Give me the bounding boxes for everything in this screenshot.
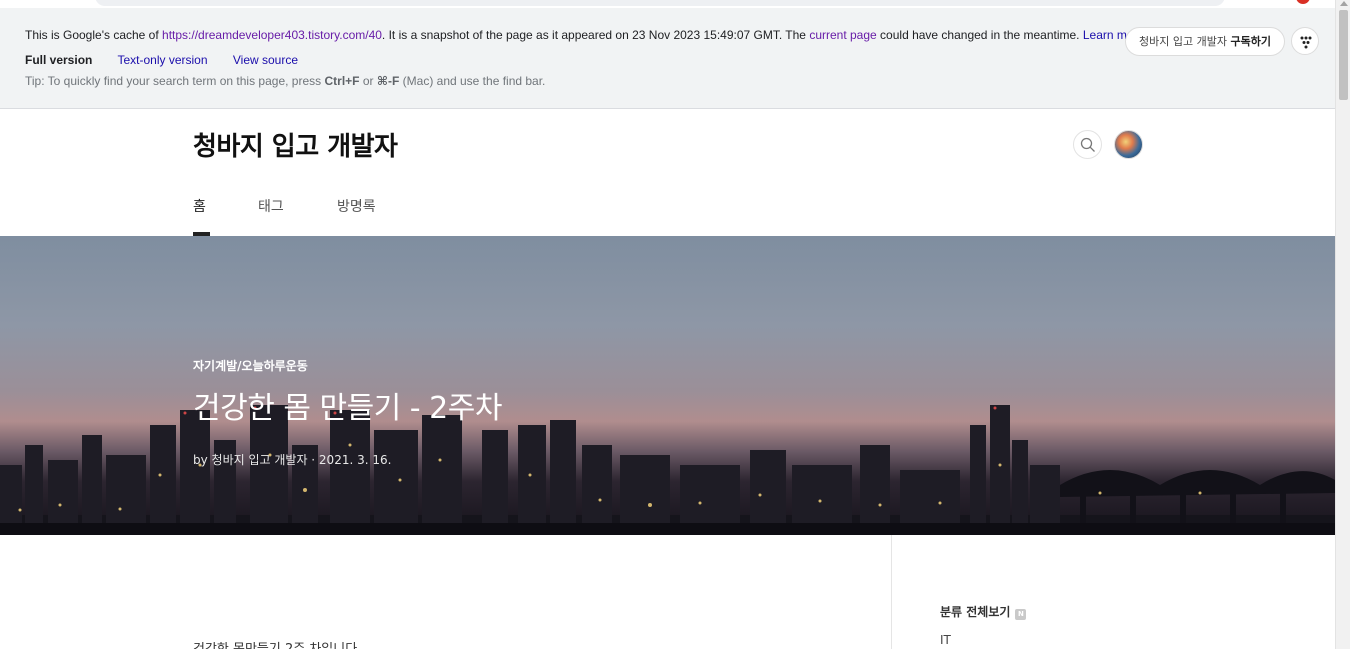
cache-tip: Tip: To quickly find your search term on…	[25, 74, 545, 88]
sidebar-divider	[891, 535, 892, 649]
avatar[interactable]	[1114, 130, 1143, 159]
cached-url-link[interactable]: https://dreamdeveloper403.tistory.com/40	[162, 28, 382, 42]
current-page-link[interactable]: current page	[809, 28, 876, 42]
post-meta: by 청바지 입고 개발자 · 2021. 3. 16.	[193, 453, 392, 467]
cache-suffix: could have changed in the meantime.	[876, 28, 1083, 42]
scroll-up-arrow-icon[interactable]	[1340, 1, 1348, 6]
cache-banner: This is Google's cache of https://dreamd…	[0, 8, 1335, 109]
nav-item-tags[interactable]: 태그	[258, 196, 284, 236]
nav-item-home[interactable]: 홈	[193, 196, 210, 236]
search-icon	[1080, 137, 1095, 152]
blog-title[interactable]: 청바지 입고 개발자	[193, 126, 398, 163]
subscribe-button[interactable]: 청바지 입고 개발자 구독하기	[1125, 27, 1285, 56]
nav-item-guestbook[interactable]: 방명록	[337, 196, 376, 236]
tip-key-cmd-f: ⌘-F	[376, 74, 400, 88]
tip-suffix: (Mac) and use the find bar.	[399, 74, 546, 88]
address-bar-edge[interactable]	[95, 0, 1225, 6]
text-only-version-link[interactable]: Text-only version	[117, 53, 207, 67]
dots-menu-icon	[1300, 36, 1312, 49]
scrollbar-thumb[interactable]	[1339, 10, 1348, 100]
tip-or: or	[359, 74, 377, 88]
post-category[interactable]: 자기계발/오늘하루운동	[193, 357, 308, 374]
post-body-first-line: 건강한 몸만들기 2주 차입니다	[193, 638, 357, 649]
tip-key-ctrl-f: Ctrl+F	[324, 74, 360, 88]
cache-prefix: This is Google's cache of	[25, 28, 163, 42]
search-button[interactable]	[1073, 130, 1102, 159]
scrollbar[interactable]	[1335, 0, 1350, 649]
subscribe-blog-name: 청바지 입고 개발자	[1139, 35, 1231, 48]
new-badge: N	[1015, 609, 1027, 620]
cache-middle: . It is a snapshot of the page as it app…	[381, 28, 810, 42]
post-title: 건강한 몸 만들기 - 2주차	[193, 391, 502, 426]
full-version-label: Full version	[25, 53, 93, 67]
tip-prefix: Tip: To quickly find your search term on…	[25, 74, 325, 88]
sidebar-category-it[interactable]: IT	[940, 633, 951, 647]
cache-notice: This is Google's cache of https://dreamd…	[25, 28, 1144, 42]
browser-top-strip	[0, 0, 1335, 8]
profile-badge-edge	[1296, 0, 1310, 4]
category-heading-label: 분류 전체보기	[940, 605, 1011, 619]
post-hero: 자기계발/오늘하루운동 건강한 몸 만들기 - 2주차 by 청바지 입고 개발…	[0, 236, 1335, 535]
category-all-link[interactable]: 분류 전체보기 N	[940, 603, 1027, 620]
cache-version-links: Full version Text-only version View sour…	[25, 53, 320, 67]
subscribe-action: 구독하기	[1230, 35, 1271, 48]
menu-button[interactable]	[1291, 27, 1319, 55]
view-source-link[interactable]: View source	[233, 53, 298, 67]
